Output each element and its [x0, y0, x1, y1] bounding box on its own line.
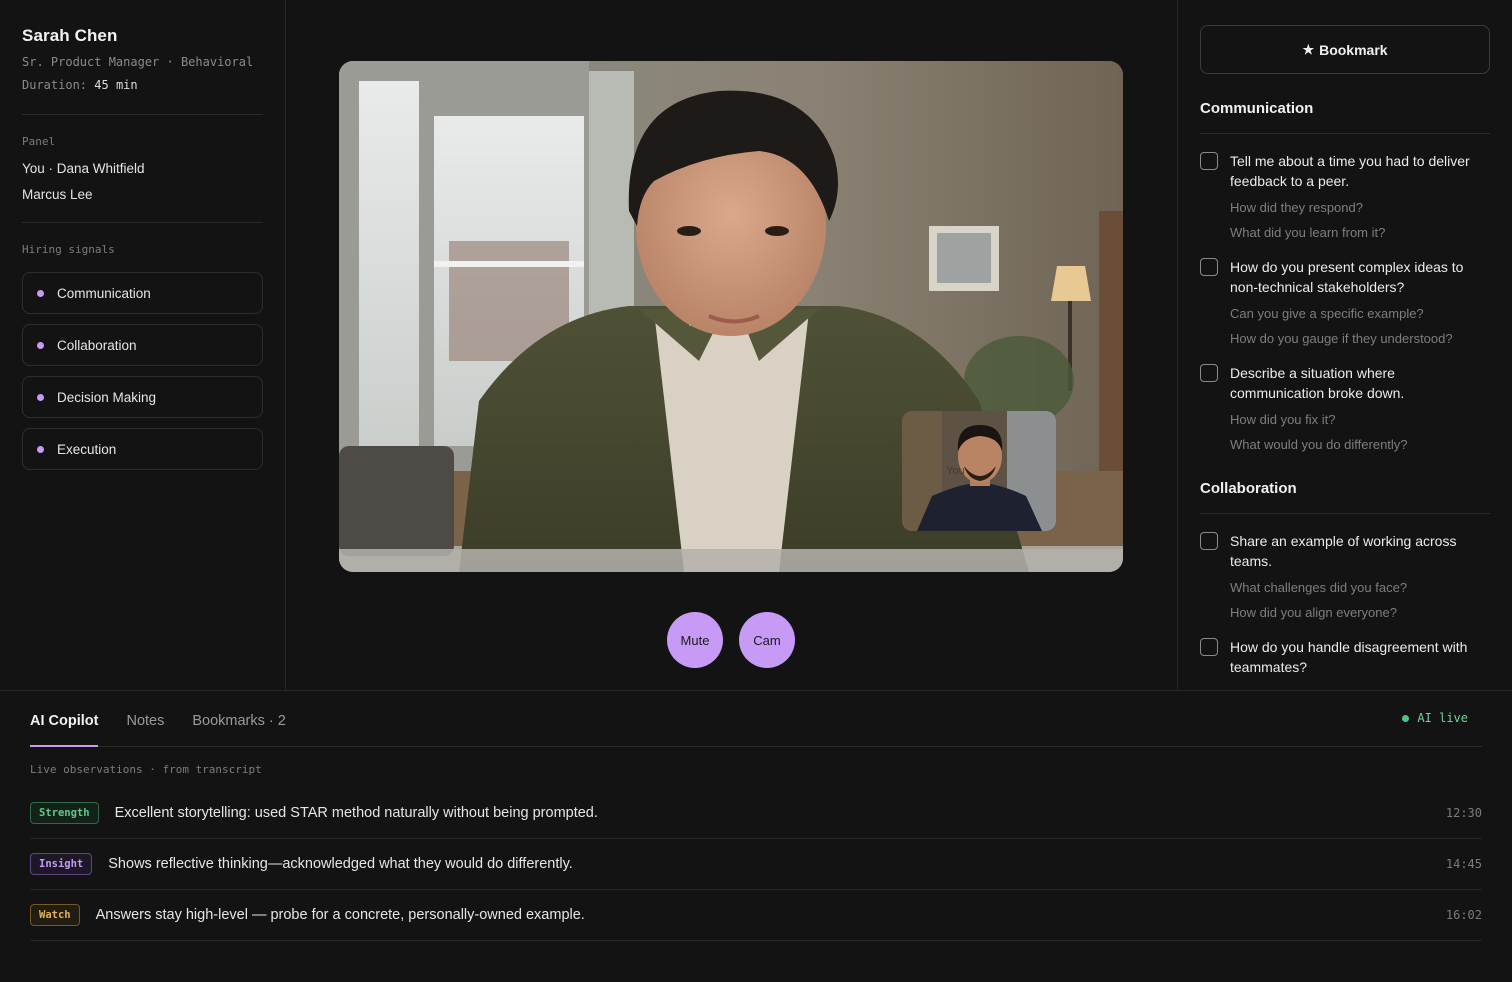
camera-button[interactable]: Cam	[739, 612, 795, 668]
question-text: How do you handle disagreement with team…	[1230, 639, 1468, 675]
signal-dot-icon	[37, 289, 44, 297]
signal-collaboration[interactable]: Collaboration	[22, 324, 263, 366]
observation-timestamp: 14:45	[1445, 857, 1482, 871]
question-text: Describe a situation where communication…	[1230, 365, 1405, 401]
tab-notes[interactable]: Notes	[126, 713, 164, 746]
panel-member: You · Dana Whitfield	[22, 161, 145, 176]
candidate-role: Sr. Product Manager · Behavioral	[22, 55, 254, 69]
question-text: How do you present complex ideas to non-…	[1230, 259, 1464, 295]
mute-button[interactable]: Mute	[667, 612, 723, 668]
self-view-label: You	[946, 465, 965, 477]
live-dot-icon	[1402, 714, 1410, 722]
followup-question: Can you give a specific example?	[1230, 306, 1424, 321]
question-checkbox[interactable]	[1200, 152, 1218, 170]
candidate-name: Sarah Chen	[22, 26, 118, 45]
signal-dot-icon	[37, 445, 44, 453]
tag-strength: Strength	[30, 802, 99, 824]
section-title-communication: Communication	[1200, 100, 1490, 134]
hiring-signals-label: Hiring signals	[22, 243, 115, 256]
signal-label: Collaboration	[57, 337, 137, 353]
self-view-image	[902, 411, 1056, 531]
ai-live-label: AI live	[1417, 711, 1468, 725]
signal-label: Decision Making	[57, 389, 157, 405]
question-checkbox[interactable]	[1200, 364, 1218, 382]
divider	[22, 222, 263, 223]
panel-label: Panel	[22, 135, 56, 148]
divider	[22, 114, 263, 115]
question-checkbox[interactable]	[1200, 638, 1218, 656]
observation-row: Strength Excellent storytelling: used ST…	[30, 788, 1482, 839]
observation-row: Watch Answers stay high-level — probe fo…	[30, 890, 1482, 941]
question-item: How do you present complex ideas to non-…	[1200, 257, 1490, 297]
signal-communication[interactable]: Communication	[22, 272, 263, 314]
observation-timestamp: 16:02	[1445, 908, 1482, 922]
ai-live-status: AI live	[1402, 711, 1468, 725]
question-item: How do you handle disagreement with team…	[1200, 637, 1490, 677]
observation-row: Insight Shows reflective thinking—acknow…	[30, 839, 1482, 890]
question-item: Describe a situation where communication…	[1200, 363, 1490, 403]
bookmark-button[interactable]: ★ Bookmark	[1200, 25, 1490, 74]
question-item: Tell me about a time you had to deliver …	[1200, 151, 1490, 191]
duration-value: 45 min	[94, 78, 138, 92]
tag-insight: Insight	[30, 853, 93, 875]
candidate-sidebar: Sarah Chen Sr. Product Manager · Behavio…	[0, 0, 286, 690]
interview-duration: Duration: 45 min	[22, 78, 263, 92]
observations-caption: Live observations · from transcript	[30, 763, 262, 776]
duration-label: Duration:	[22, 78, 88, 92]
question-checkbox[interactable]	[1200, 258, 1218, 276]
section-title-collaboration: Collaboration	[1200, 480, 1490, 514]
video-stage: You Mute Cam	[287, 0, 1176, 690]
bottom-tabs: AI Copilot Notes Bookmarks · 2 AI live	[30, 691, 1482, 747]
star-icon: ★	[1302, 41, 1315, 57]
followup-question: How did you fix it?	[1230, 412, 1336, 427]
followup-question: How did you align everyone?	[1230, 604, 1397, 620]
question-guide-panel: ★ Bookmark Communication Tell me about a…	[1177, 0, 1512, 690]
signal-dot-icon	[37, 341, 44, 349]
self-view-video[interactable]: You	[902, 411, 1056, 531]
signal-decision-making[interactable]: Decision Making	[22, 376, 263, 418]
copilot-panel: AI Copilot Notes Bookmarks · 2 AI live L…	[0, 690, 1512, 982]
signal-execution[interactable]: Execution	[22, 428, 263, 470]
bookmark-label: Bookmark	[1319, 41, 1388, 58]
signal-dot-icon	[37, 393, 44, 401]
question-item: Share an example of working across teams…	[1200, 531, 1490, 571]
observation-timestamp: 12:30	[1445, 806, 1482, 820]
followup-question: How do you gauge if they understood?	[1230, 330, 1453, 346]
panel-member: Marcus Lee	[22, 187, 93, 202]
question-text: Share an example of working across teams…	[1230, 533, 1457, 569]
followup-question: What would you do differently?	[1230, 436, 1408, 452]
tag-watch: Watch	[30, 904, 80, 926]
question-checkbox[interactable]	[1200, 532, 1218, 550]
followup-question: What challenges did you face?	[1230, 580, 1408, 595]
question-text: Tell me about a time you had to deliver …	[1230, 153, 1470, 189]
followup-question: How did they respond?	[1230, 200, 1363, 215]
tab-bookmarks[interactable]: Bookmarks · 2	[192, 713, 285, 746]
candidate-video: You	[339, 61, 1123, 572]
signal-label: Execution	[57, 441, 117, 457]
followup-question: What did you learn from it?	[1230, 224, 1386, 240]
observation-text: Excellent storytelling: used STAR method…	[114, 805, 598, 821]
signal-label: Communication	[57, 285, 151, 301]
observation-text: Shows reflective thinking—acknowledged w…	[108, 856, 573, 872]
tab-ai-copilot[interactable]: AI Copilot	[30, 713, 99, 747]
observation-text: Answers stay high-level — probe for a co…	[95, 907, 585, 923]
